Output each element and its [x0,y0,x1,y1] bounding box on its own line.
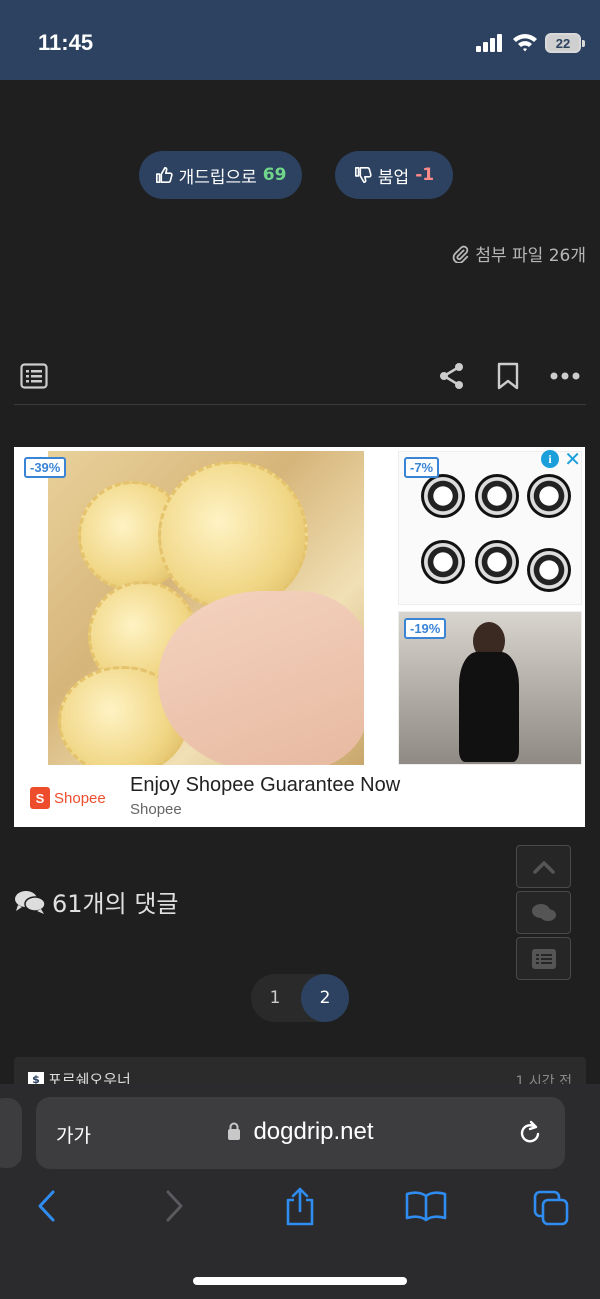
upvote-button[interactable]: 개드립으로 69 [139,151,302,199]
go-to-comments-button[interactable] [516,891,571,934]
attachments-link[interactable]: 첨부 파일 26개 [451,241,586,266]
shopee-bag-icon: S [30,787,50,809]
home-indicator[interactable] [193,1277,407,1285]
thumbs-down-icon [354,166,372,184]
upvote-count: 69 [262,165,287,185]
shopee-logo: S Shopee [30,787,106,809]
go-to-list-button[interactable] [516,937,571,980]
shopee-ad[interactable]: -39% -7% -19% i ✕ S Shopee Enjoy Shopee … [14,447,585,827]
scroll-top-button[interactable] [516,845,571,888]
chevron-up-icon [532,860,555,874]
address-bar[interactable]: 가가 dogdrip.net [36,1097,565,1169]
forward-icon[interactable] [165,1189,185,1223]
battery-icon: 22 [545,33,585,53]
shopee-logo-text: Shopee [54,789,106,807]
discount-badge: -39% [24,457,67,478]
more-icon[interactable] [550,368,580,384]
attachments-label: 첨부 파일 26개 [475,246,586,266]
discount-badge: -19% [404,618,447,639]
thumbs-up-icon [155,166,173,184]
discount-badge: -7% [404,457,440,478]
downvote-button[interactable]: 붐업 -1 [335,151,453,199]
previous-tab-preview[interactable] [0,1098,22,1168]
lock-icon [228,1122,241,1140]
ad-product-image-main[interactable] [48,451,364,765]
page-button-2[interactable]: 2 [301,974,349,1022]
paperclip-icon [453,245,469,263]
browser-toolbar: 가가 dogdrip.net [0,1084,600,1299]
ad-close-icon[interactable]: ✕ [564,447,581,472]
back-icon[interactable] [36,1189,56,1223]
list-icon [531,948,556,969]
upvote-label: 개드립으로 [178,167,257,188]
ad-headline[interactable]: Enjoy Shopee Guarantee Now [130,774,400,797]
comments-icon [15,890,46,914]
tabs-icon[interactable] [533,1190,571,1226]
ad-info-icon[interactable]: i [541,450,559,468]
ad-advertiser: Shopee [130,801,182,818]
cellular-signal-icon [476,34,502,52]
reload-icon[interactable] [517,1119,543,1147]
comments-icon [531,903,556,921]
status-bar: 11:45 22 [0,0,600,80]
downvote-count: -1 [415,165,435,185]
comments-count: 61개의 댓글 [52,890,179,918]
bookmarks-icon[interactable] [405,1190,447,1222]
status-time: 11:45 [38,30,94,55]
bookmark-icon[interactable] [496,362,520,390]
share-icon[interactable] [438,362,466,390]
url-display[interactable]: dogdrip.net [36,1118,565,1146]
page-button-1[interactable]: 1 [251,974,299,1022]
wifi-icon [513,34,537,52]
battery-level: 22 [555,35,571,51]
comments-header: 61개의 댓글 [14,884,179,919]
downvote-label: 붐업 [377,167,410,188]
url-text: dogdrip.net [253,1118,374,1145]
share-sheet-icon[interactable] [284,1186,316,1226]
comment-pagination: 1 2 [251,974,349,1022]
list-icon[interactable] [20,363,48,389]
post-toolbar [14,360,586,405]
